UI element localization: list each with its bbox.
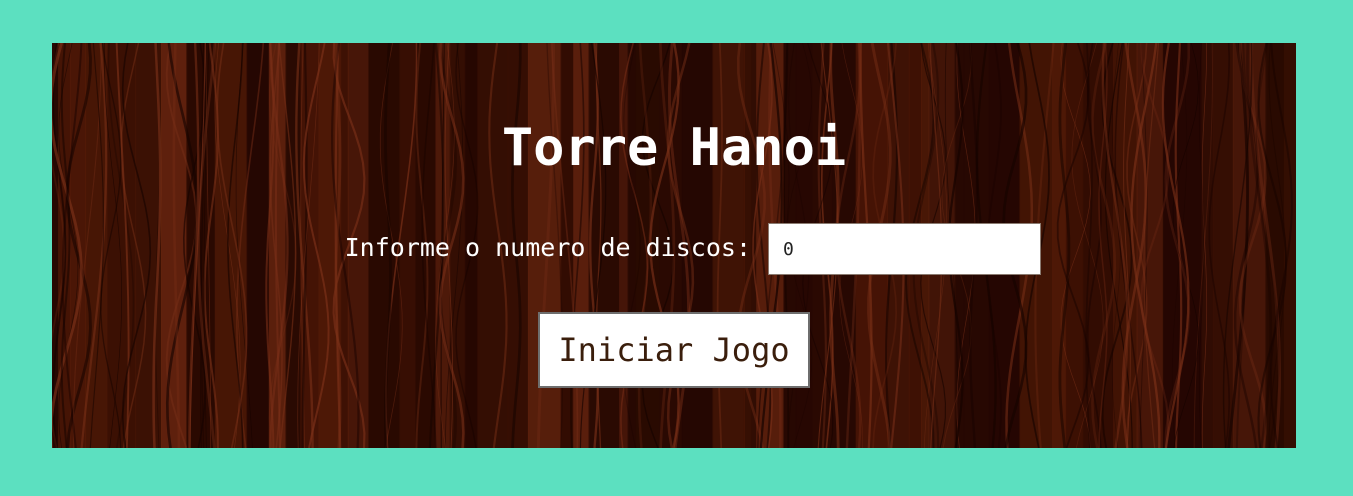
game-panel: Torre Hanoi Informe o numero de discos: …: [52, 43, 1296, 448]
page-title: Torre Hanoi: [501, 118, 847, 178]
game-form: Torre Hanoi Informe o numero de discos: …: [52, 43, 1296, 448]
disc-count-label: Informe o numero de discos:: [344, 233, 751, 262]
disc-count-input[interactable]: [768, 223, 1041, 275]
start-game-button[interactable]: Iniciar Jogo: [538, 312, 810, 388]
disc-count-row: Informe o numero de discos:: [52, 223, 1296, 275]
